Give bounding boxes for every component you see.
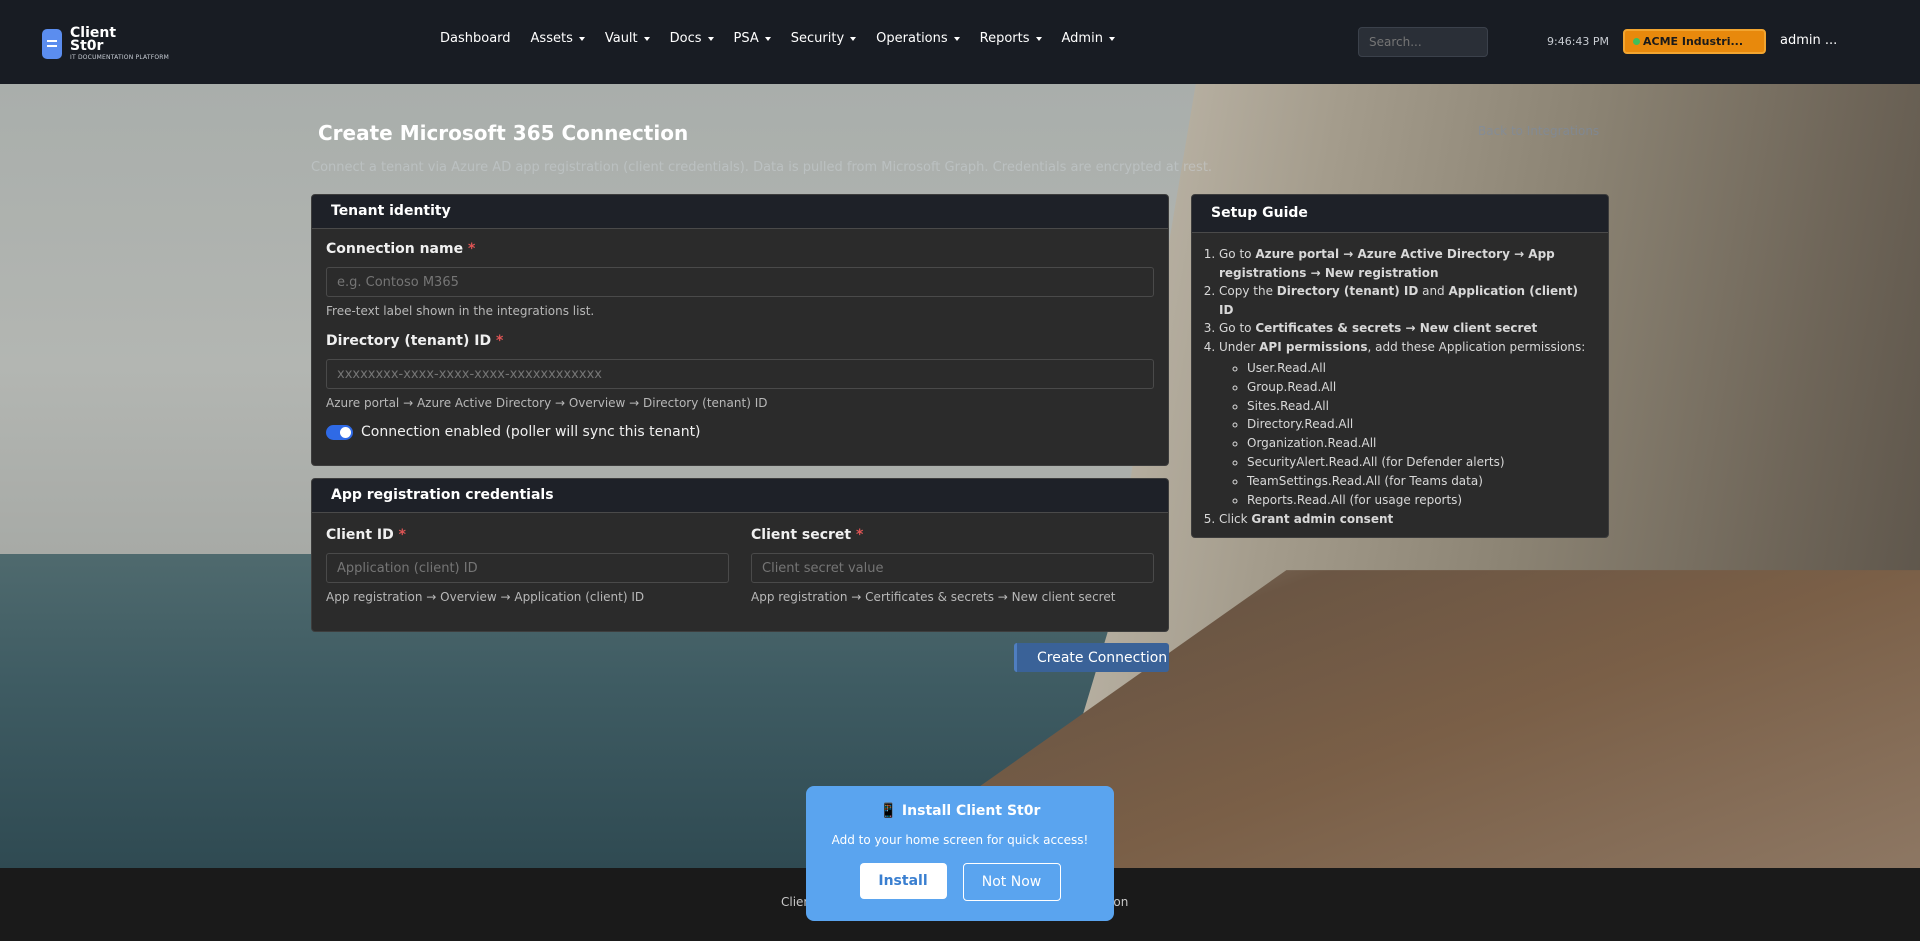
chevron-down-icon bbox=[850, 36, 857, 41]
chevron-down-icon bbox=[578, 36, 585, 41]
org-switcher-button[interactable]: ACME Industri... bbox=[1623, 29, 1766, 54]
brand-tagline: IT DOCUMENTATION PLATFORM bbox=[70, 54, 170, 61]
setup-steps-list: Go to Azure portal → Azure Active Direct… bbox=[1204, 245, 1596, 529]
org-name: ACME Industri... bbox=[1643, 35, 1744, 48]
chevron-down-icon bbox=[1108, 36, 1115, 41]
permission-item: Sites.Read.All bbox=[1247, 397, 1596, 416]
permission-item: Reports.Read.All (for usage reports) bbox=[1247, 491, 1596, 510]
nav-security[interactable]: Security bbox=[791, 31, 857, 46]
setup-guide-card: Setup Guide Go to Azure portal → Azure A… bbox=[1191, 194, 1609, 538]
card-header: Setup Guide bbox=[1192, 195, 1608, 233]
client-secret-help: App registration → Certificates & secret… bbox=[751, 590, 1116, 604]
connection-enabled-label: Connection enabled (poller will sync thi… bbox=[361, 424, 701, 440]
chevron-down-icon bbox=[953, 36, 960, 41]
nav-operations[interactable]: Operations bbox=[876, 31, 960, 46]
nav-reports[interactable]: Reports bbox=[980, 31, 1042, 46]
card-header: Tenant identity bbox=[312, 195, 1168, 229]
credentials-card: App registration credentials Client ID *… bbox=[311, 478, 1169, 632]
connection-enabled-toggle[interactable] bbox=[326, 424, 353, 440]
list-item: Go to Azure portal → Azure Active Direct… bbox=[1219, 245, 1596, 282]
install-button[interactable]: Install bbox=[859, 863, 947, 899]
tenant-id-label: Directory (tenant) ID * bbox=[326, 333, 504, 349]
chevron-down-icon bbox=[1035, 36, 1042, 41]
list-item: Under API permissions, add these Applica… bbox=[1219, 338, 1596, 510]
create-connection-button[interactable]: Create Connection bbox=[1014, 643, 1169, 672]
connection-name-help: Free-text label shown in the integration… bbox=[326, 304, 595, 318]
permission-item: Organization.Read.All bbox=[1247, 434, 1596, 453]
client-id-help: App registration → Overview → Applicatio… bbox=[326, 590, 645, 604]
not-now-button[interactable]: Not Now bbox=[962, 863, 1061, 901]
list-item: Click Grant admin consent bbox=[1219, 510, 1596, 529]
main-nav: Dashboard Assets Vault Docs PSA Security… bbox=[440, 31, 1135, 46]
connection-name-label: Connection name * bbox=[326, 241, 476, 257]
client-id-label: Client ID * bbox=[326, 527, 406, 543]
permission-item: TeamSettings.Read.All (for Teams data) bbox=[1247, 472, 1596, 491]
nav-psa[interactable]: PSA bbox=[734, 31, 771, 46]
permission-item: Directory.Read.All bbox=[1247, 415, 1596, 434]
client-secret-input[interactable] bbox=[751, 553, 1154, 583]
brand-logo-link[interactable]: Client St0r IT DOCUMENTATION PLATFORM bbox=[42, 26, 170, 61]
brand-name-line2: St0r bbox=[70, 38, 104, 54]
user-menu[interactable]: admin ... bbox=[1780, 33, 1837, 48]
nav-admin[interactable]: Admin bbox=[1062, 31, 1115, 46]
list-item: Go to Certificates & secrets → New clien… bbox=[1219, 319, 1596, 338]
brand-icon bbox=[42, 29, 62, 59]
client-id-input[interactable] bbox=[326, 553, 729, 583]
tenant-id-help: Azure portal → Azure Active Directory → … bbox=[326, 396, 768, 410]
permission-item: Group.Read.All bbox=[1247, 378, 1596, 397]
nav-docs[interactable]: Docs bbox=[670, 31, 714, 46]
status-dot-icon bbox=[1633, 38, 1640, 45]
search-input[interactable] bbox=[1358, 27, 1488, 57]
permission-item: User.Read.All bbox=[1247, 359, 1596, 378]
clock-display: 9:46:43 PM bbox=[1547, 35, 1610, 48]
nav-vault[interactable]: Vault bbox=[605, 31, 650, 46]
tenant-identity-card: Tenant identity Connection name * Free-t… bbox=[311, 194, 1169, 466]
list-item: Copy the Directory (tenant) ID and Appli… bbox=[1219, 282, 1596, 319]
nav-assets[interactable]: Assets bbox=[531, 31, 585, 46]
connection-name-input[interactable] bbox=[326, 267, 1154, 297]
chevron-down-icon bbox=[764, 36, 771, 41]
install-subtitle: Add to your home screen for quick access… bbox=[831, 833, 1089, 847]
install-app-prompt: 📱 Install Client St0r Add to your home s… bbox=[806, 786, 1114, 921]
page-title: Create Microsoft 365 Connection bbox=[318, 121, 689, 145]
page-subtitle: Connect a tenant via Azure AD app regist… bbox=[311, 160, 1213, 175]
permission-item: SecurityAlert.Read.All (for Defender ale… bbox=[1247, 453, 1596, 472]
chevron-down-icon bbox=[643, 36, 650, 41]
back-to-integrations-link[interactable]: Back to Integrations bbox=[1478, 124, 1599, 138]
install-title: 📱 Install Client St0r bbox=[879, 803, 1041, 819]
nav-dashboard[interactable]: Dashboard bbox=[440, 31, 511, 46]
tenant-id-input[interactable] bbox=[326, 359, 1154, 389]
permissions-list: User.Read.All Group.Read.All Sites.Read.… bbox=[1219, 359, 1596, 509]
chevron-down-icon bbox=[707, 36, 714, 41]
client-secret-label: Client secret * bbox=[751, 527, 864, 543]
card-header: App registration credentials bbox=[312, 479, 1168, 513]
top-navbar: Client St0r IT DOCUMENTATION PLATFORM Da… bbox=[0, 0, 1920, 84]
